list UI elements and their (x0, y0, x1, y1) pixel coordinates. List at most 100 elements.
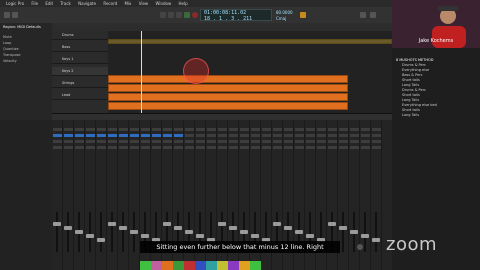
plugin-slot[interactable] (75, 140, 84, 143)
plugin-slot[interactable] (273, 146, 282, 149)
fader-cap[interactable] (185, 230, 193, 234)
plugin-slot[interactable] (240, 146, 249, 149)
volume-fader[interactable] (111, 212, 113, 252)
key-display[interactable]: Cmaj (276, 16, 286, 21)
menu-item[interactable]: Track (60, 1, 70, 6)
volume-fader[interactable] (100, 212, 102, 252)
menu-item[interactable]: Edit (45, 1, 53, 6)
track-header[interactable]: Strings (52, 79, 108, 88)
plugin-slot[interactable] (339, 134, 348, 137)
fader-cap[interactable] (97, 238, 105, 242)
menu-item[interactable]: Help (179, 1, 188, 6)
volume-fader[interactable] (375, 212, 377, 252)
plugin-slot[interactable] (207, 128, 216, 131)
track-header[interactable]: Drums (52, 31, 108, 40)
plugin-slot[interactable] (163, 146, 172, 149)
plugin-slot[interactable] (229, 146, 238, 149)
fader-cap[interactable] (361, 234, 369, 238)
channel-strip[interactable] (63, 120, 74, 270)
inspector-button[interactable] (12, 12, 18, 18)
midi-region[interactable] (108, 84, 348, 92)
inspector-label[interactable]: Quantize (3, 47, 19, 51)
plugin-slot[interactable] (328, 146, 337, 149)
plugin-slot[interactable] (295, 146, 304, 149)
plugin-slot[interactable] (130, 140, 139, 143)
plugin-slot[interactable] (119, 128, 128, 131)
plugin-slot[interactable] (97, 134, 106, 137)
plugin-slot[interactable] (141, 140, 150, 143)
plugin-slot[interactable] (328, 128, 337, 131)
fader-cap[interactable] (75, 230, 83, 234)
midi-region[interactable] (108, 93, 348, 101)
volume-fader[interactable] (89, 212, 91, 252)
menu-item[interactable]: Record (103, 1, 117, 6)
fader-cap[interactable] (306, 234, 314, 238)
fader-cap[interactable] (273, 222, 281, 226)
plugin-slot[interactable] (141, 134, 150, 137)
plugin-slot[interactable] (97, 128, 106, 131)
channel-strip[interactable] (371, 120, 382, 270)
plugin-slot[interactable] (218, 146, 227, 149)
fader-cap[interactable] (108, 222, 116, 226)
plugin-slot[interactable] (108, 128, 117, 131)
plugin-slot[interactable] (218, 134, 227, 137)
rewind-button[interactable] (160, 12, 166, 18)
plugin-slot[interactable] (262, 140, 271, 143)
plugin-slot[interactable] (119, 146, 128, 149)
plugin-slot[interactable] (152, 134, 161, 137)
volume-fader[interactable] (122, 212, 124, 252)
inspector-label[interactable]: Mute (3, 35, 12, 39)
plugin-slot[interactable] (328, 140, 337, 143)
plugin-slot[interactable] (196, 146, 205, 149)
plugin-slot[interactable] (174, 134, 183, 137)
plugin-slot[interactable] (229, 140, 238, 143)
plugin-slot[interactable] (339, 128, 348, 131)
plugin-slot[interactable] (75, 134, 84, 137)
plugin-slot[interactable] (262, 134, 271, 137)
plugin-slot[interactable] (141, 146, 150, 149)
menu-item[interactable]: Navigate (78, 1, 96, 6)
plugin-slot[interactable] (53, 134, 62, 137)
plugin-slot[interactable] (372, 140, 381, 143)
plugin-slot[interactable] (251, 134, 260, 137)
fader-cap[interactable] (240, 230, 248, 234)
plugin-slot[interactable] (163, 140, 172, 143)
plugin-slot[interactable] (251, 146, 260, 149)
plugin-slot[interactable] (240, 140, 249, 143)
channel-strip[interactable] (118, 120, 129, 270)
plugin-slot[interactable] (207, 140, 216, 143)
plugin-slot[interactable] (196, 140, 205, 143)
plugin-slot[interactable] (372, 134, 381, 137)
fader-cap[interactable] (119, 226, 127, 230)
midi-region[interactable] (108, 75, 348, 83)
fader-cap[interactable] (218, 222, 226, 226)
marker-region[interactable] (108, 39, 392, 44)
plugin-slot[interactable] (328, 134, 337, 137)
plugin-slot[interactable] (317, 128, 326, 131)
plugin-slot[interactable] (130, 146, 139, 149)
plugin-slot[interactable] (185, 128, 194, 131)
plugin-slot[interactable] (240, 128, 249, 131)
inspector-label[interactable]: Loop (3, 41, 11, 45)
plugin-slot[interactable] (218, 128, 227, 131)
volume-fader[interactable] (67, 212, 69, 252)
plugin-slot[interactable] (64, 134, 73, 137)
plugin-slot[interactable] (108, 134, 117, 137)
menu-item[interactable]: File (31, 1, 38, 6)
plugin-slot[interactable] (350, 128, 359, 131)
channel-strip[interactable] (107, 120, 118, 270)
fader-cap[interactable] (350, 230, 358, 234)
plugin-slot[interactable] (306, 128, 315, 131)
inspector-label[interactable]: Velocity (3, 59, 17, 63)
channel-strip[interactable] (96, 120, 107, 270)
plugin-slot[interactable] (97, 140, 106, 143)
plugin-slot[interactable] (207, 146, 216, 149)
volume-fader[interactable] (364, 212, 366, 252)
track-header[interactable]: Keys 1 (52, 55, 108, 64)
plugin-slot[interactable] (196, 134, 205, 137)
plugin-slot[interactable] (350, 146, 359, 149)
volume-fader[interactable] (342, 212, 344, 252)
plugin-slot[interactable] (350, 140, 359, 143)
plugin-slot[interactable] (350, 134, 359, 137)
plugin-slot[interactable] (317, 140, 326, 143)
